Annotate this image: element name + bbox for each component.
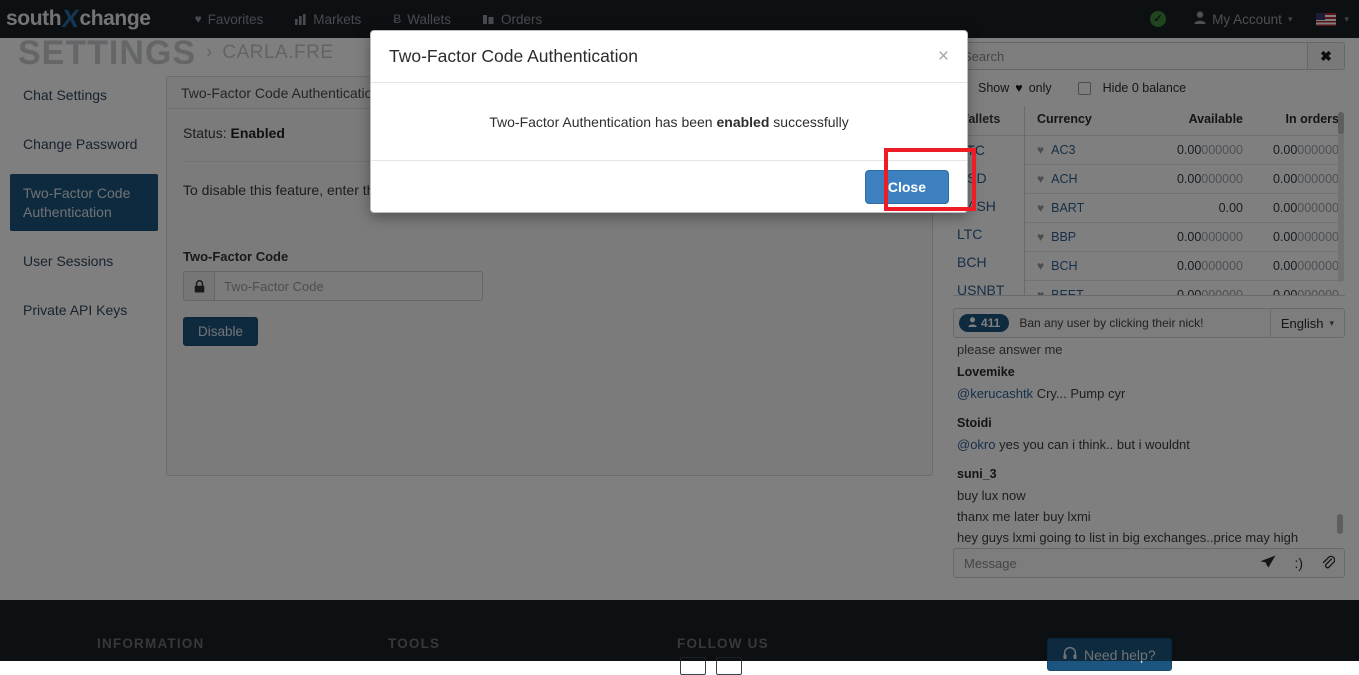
modal-body: Two-Factor Authentication has been enabl…	[371, 83, 967, 161]
two-factor-success-modal: Two-Factor Code Authentication × Two-Fac…	[370, 30, 968, 213]
modal-message-prefix: Two-Factor Authentication has been	[489, 114, 716, 130]
modal-title: Two-Factor Code Authentication	[389, 46, 638, 67]
close-icon[interactable]: ×	[938, 47, 949, 66]
modal-message-suffix: successfully	[769, 114, 848, 130]
modal-header: Two-Factor Code Authentication ×	[371, 31, 967, 83]
modal-message: Two-Factor Authentication has been enabl…	[489, 114, 849, 130]
close-button[interactable]: Close	[865, 170, 949, 204]
modal-footer: Close	[371, 161, 967, 213]
modal-message-bold: enabled	[716, 114, 769, 130]
